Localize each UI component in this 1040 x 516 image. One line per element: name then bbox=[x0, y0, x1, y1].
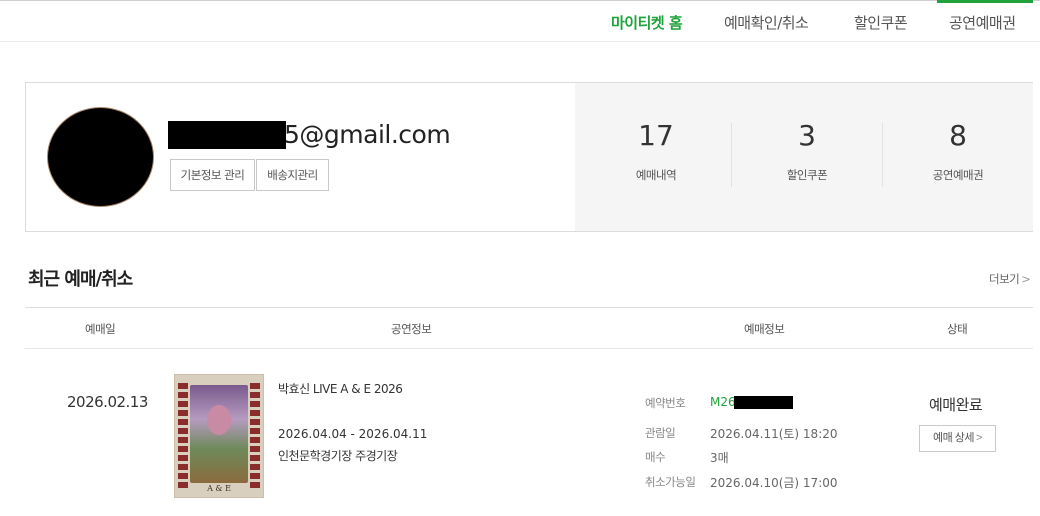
chevron-right-icon: > bbox=[976, 432, 982, 444]
user-email: 5@gmail.com bbox=[284, 120, 451, 149]
top-navigation: 마이티켓 홈 예매확인/취소 할인쿠폰 공연예매권 bbox=[0, 0, 1040, 42]
poster-border-right bbox=[250, 383, 260, 491]
more-link[interactable]: 더보기 > bbox=[989, 271, 1031, 287]
section-title: 최근 예매/취소 bbox=[28, 269, 133, 290]
status-badge: 예매완료 bbox=[929, 396, 983, 414]
reservation-number-redaction bbox=[734, 396, 793, 409]
stat-bookings[interactable]: 17 예매내역 bbox=[580, 83, 732, 231]
column-header-show-info: 공연정보 bbox=[391, 322, 432, 336]
booking-detail-label: 예매 상세 bbox=[933, 432, 975, 444]
active-indicator bbox=[937, 0, 1033, 3]
stat-label: 공연예매권 bbox=[932, 168, 984, 182]
poster-border-left bbox=[178, 383, 188, 491]
tab-booking-check-cancel[interactable]: 예매확인/취소 bbox=[724, 12, 809, 33]
stat-vouchers[interactable]: 8 공연예매권 bbox=[882, 83, 1034, 231]
stat-value: 8 bbox=[949, 119, 967, 152]
avatar bbox=[47, 107, 154, 207]
table-header: 예매일 공연정보 예매정보 상태 bbox=[25, 307, 1033, 349]
ticket-count-label: 매수 bbox=[645, 450, 666, 464]
more-label: 더보기 bbox=[989, 272, 1020, 286]
stat-coupons[interactable]: 3 할인쿠폰 bbox=[731, 83, 883, 231]
reservation-number-label: 예약번호 bbox=[645, 396, 686, 410]
show-period: 2026.04.04 - 2026.04.11 bbox=[278, 427, 428, 441]
show-venue: 인천문학경기장 주경기장 bbox=[278, 449, 398, 463]
stat-value: 17 bbox=[638, 119, 674, 152]
booking-detail-button[interactable]: 예매 상세 > bbox=[919, 425, 996, 452]
shipping-address-button[interactable]: 배송지관리 bbox=[256, 159, 329, 191]
show-title[interactable]: 박효신 LIVE A & E 2026 bbox=[278, 380, 403, 397]
viewing-date-label: 관람일 bbox=[645, 426, 676, 440]
show-poster[interactable]: A & E bbox=[174, 374, 264, 498]
column-header-status: 상태 bbox=[947, 322, 968, 336]
tab-my-ticket-home[interactable]: 마이티켓 홈 bbox=[611, 12, 683, 33]
ticket-count-value: 3매 bbox=[710, 451, 729, 465]
cancel-deadline-label: 취소가능일 bbox=[645, 475, 696, 489]
cancel-deadline-value: 2026.04.10(금) 17:00 bbox=[710, 476, 838, 490]
basic-info-button[interactable]: 기본정보 관리 bbox=[170, 159, 255, 191]
poster-artwork-center bbox=[207, 405, 231, 435]
tab-performance-voucher[interactable]: 공연예매권 bbox=[949, 12, 1016, 33]
stat-label: 예매내역 bbox=[635, 168, 677, 182]
email-redaction bbox=[168, 121, 286, 149]
poster-logo-text: A & E bbox=[207, 484, 231, 493]
column-header-booking-date: 예매일 bbox=[85, 322, 116, 336]
reservation-number-value: M26 bbox=[710, 395, 736, 409]
profile-card: 5@gmail.com 기본정보 관리 배송지관리 17 예매내역 3 할인쿠폰… bbox=[25, 82, 1033, 232]
stats-panel: 17 예매내역 3 할인쿠폰 8 공연예매권 bbox=[575, 83, 1033, 231]
tab-discount-coupon[interactable]: 할인쿠폰 bbox=[854, 12, 908, 33]
stat-value: 3 bbox=[798, 119, 816, 152]
stat-label: 할인쿠폰 bbox=[786, 168, 828, 182]
chevron-right-icon: > bbox=[1021, 272, 1031, 286]
viewing-date-value: 2026.04.11(토) 18:20 bbox=[710, 427, 838, 441]
column-header-booking-info: 예매정보 bbox=[744, 322, 785, 336]
booking-date: 2026.02.13 bbox=[67, 393, 148, 411]
